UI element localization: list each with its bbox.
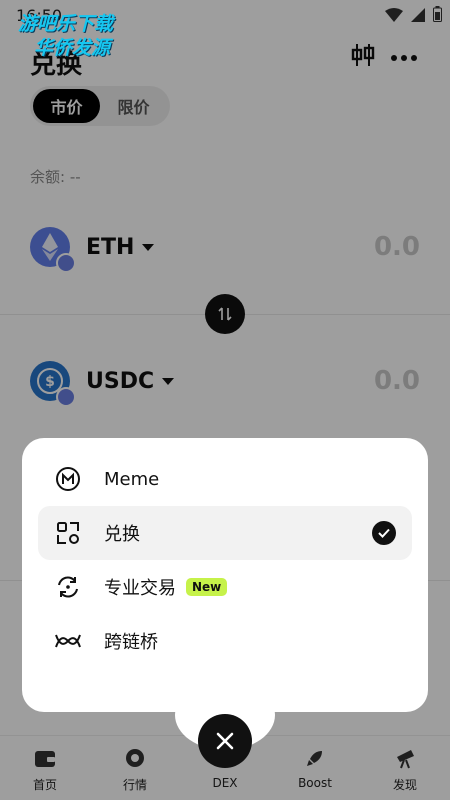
watermark: 游吧乐下载 华侨发源 [18, 12, 113, 60]
watermark-line-2: 华侨发源 [34, 37, 111, 59]
menu-item-pro-trade[interactable]: 专业交易 New [38, 560, 412, 614]
menu-item-bridge[interactable]: 跨链桥 [38, 614, 412, 668]
menu-item-meme[interactable]: Meme [38, 452, 412, 506]
pro-trade-icon [54, 573, 82, 601]
new-badge: New [186, 578, 228, 596]
menu-item-label: 跨链桥 [104, 632, 158, 653]
watermark-line-1: 游吧乐下载 [18, 13, 114, 35]
menu-item-label: 兑换 [104, 524, 140, 545]
meme-icon [54, 465, 82, 493]
close-icon [216, 732, 234, 750]
swap-scan-icon [54, 519, 82, 547]
checkmark-icon [372, 521, 396, 545]
close-menu-button[interactable] [198, 714, 252, 768]
menu-item-label: Meme [104, 468, 160, 490]
menu-item-label: 专业交易 [104, 578, 176, 599]
trade-mode-menu: Meme 兑换 专业交易 New 跨链桥 [22, 438, 428, 712]
bridge-icon [54, 627, 82, 655]
menu-item-swap[interactable]: 兑换 [38, 506, 412, 560]
